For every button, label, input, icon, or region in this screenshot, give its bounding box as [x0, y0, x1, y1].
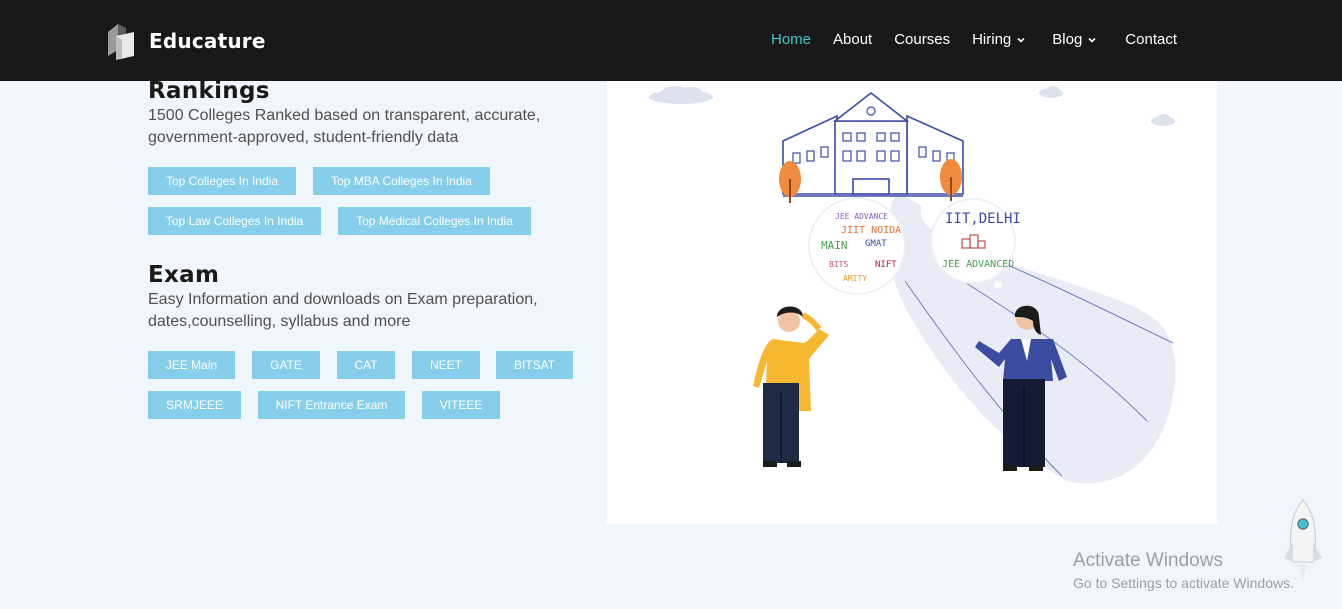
rankings-section: Rankings 1500 Colleges Ranked based on t… — [148, 78, 568, 149]
tag-top-law-colleges[interactable]: Top Law Colleges In India — [148, 207, 321, 235]
tag-viteee[interactable]: VITEEE — [422, 391, 500, 419]
college-building-icon — [782, 91, 964, 197]
bubble-word: AMITY — [843, 274, 867, 283]
nav-hiring[interactable]: Hiring — [972, 31, 1026, 48]
tag-bitsat[interactable]: BITSAT — [496, 351, 573, 379]
tag-top-mba-colleges[interactable]: Top MBA Colleges In India — [313, 167, 490, 195]
exam-section: Exam Easy Information and downloads on E… — [148, 262, 568, 333]
brand-logo-icon — [108, 24, 134, 60]
tag-nift-entrance-exam[interactable]: NIFT Entrance Exam — [258, 391, 405, 419]
tag-top-colleges[interactable]: Top Colleges In India — [148, 167, 296, 195]
bubble-word: GMAT — [865, 239, 887, 249]
nav-home-label: Home — [771, 31, 812, 48]
cloud-icon — [649, 86, 713, 104]
windows-activation-title: Activate Windows — [1073, 550, 1223, 571]
tag-srmjeee[interactable]: SRMJEEE — [148, 391, 241, 419]
exam-title: Exam — [148, 262, 220, 288]
tag-top-medical-colleges[interactable]: Top Medical Colleges In India — [338, 207, 531, 235]
rankings-title: Rankings — [148, 78, 270, 104]
brand-name: Educature — [149, 29, 266, 53]
nav-home[interactable]: Home — [771, 31, 811, 48]
bubble-word: BITS — [829, 260, 848, 269]
top-navbar: Educature Home About Courses Hiring Blog… — [0, 0, 1342, 81]
nav-about[interactable]: About — [833, 31, 872, 48]
bubble-exam-name: JEE ADVANCED — [942, 259, 1014, 270]
chevron-down-icon — [1088, 37, 1096, 43]
bubble-word: NIFT — [875, 260, 897, 270]
nav-hiring-label: Hiring — [972, 31, 1012, 48]
tag-gate[interactable]: GATE — [252, 351, 320, 379]
bubble-word: JIIT NOIDA — [841, 225, 901, 236]
nav-contact[interactable]: Contact — [1125, 31, 1177, 48]
thought-bubble-left: JEE ADVANCE JIIT NOIDA MAIN GMAT AMITY N… — [808, 197, 906, 295]
nav-courses[interactable]: Courses — [894, 31, 950, 48]
nav-blog-label: Blog — [1052, 31, 1083, 48]
student-boy-figure — [753, 306, 829, 467]
rankings-description: 1500 Colleges Ranked based on transparen… — [148, 107, 541, 146]
windows-activation-subtitle: Go to Settings to activate Windows. — [1073, 575, 1294, 591]
nav-about-label: About — [833, 31, 873, 48]
campus-illustration-svg: JEE ADVANCE JIIT NOIDA MAIN GMAT AMITY N… — [649, 86, 1176, 484]
nav-contact-label: Contact — [1125, 31, 1177, 48]
tag-jee-main[interactable]: JEE Main — [148, 351, 235, 379]
tag-neet[interactable]: NEET — [412, 351, 480, 379]
bubble-college-name: IIT,DELHI — [945, 211, 1021, 227]
brand[interactable]: Educature — [104, 20, 266, 60]
main-nav: Home About Courses Hiring Blog Contact — [749, 31, 1177, 48]
nav-courses-label: Courses — [894, 31, 951, 48]
tag-cat[interactable]: CAT — [337, 351, 395, 379]
cloud-icon — [1039, 86, 1063, 98]
nav-blog[interactable]: Blog — [1052, 31, 1097, 48]
hero-illustration: JEE ADVANCE JIIT NOIDA MAIN GMAT AMITY N… — [607, 81, 1217, 524]
bubble-word: MAIN — [821, 239, 848, 252]
cloud-icon — [1151, 114, 1175, 126]
rocket-icon[interactable] — [1280, 496, 1326, 584]
chevron-down-icon — [1017, 37, 1025, 43]
bubble-word: JEE ADVANCE — [835, 212, 888, 221]
exam-description: Easy Information and downloads on Exam p… — [148, 291, 538, 330]
